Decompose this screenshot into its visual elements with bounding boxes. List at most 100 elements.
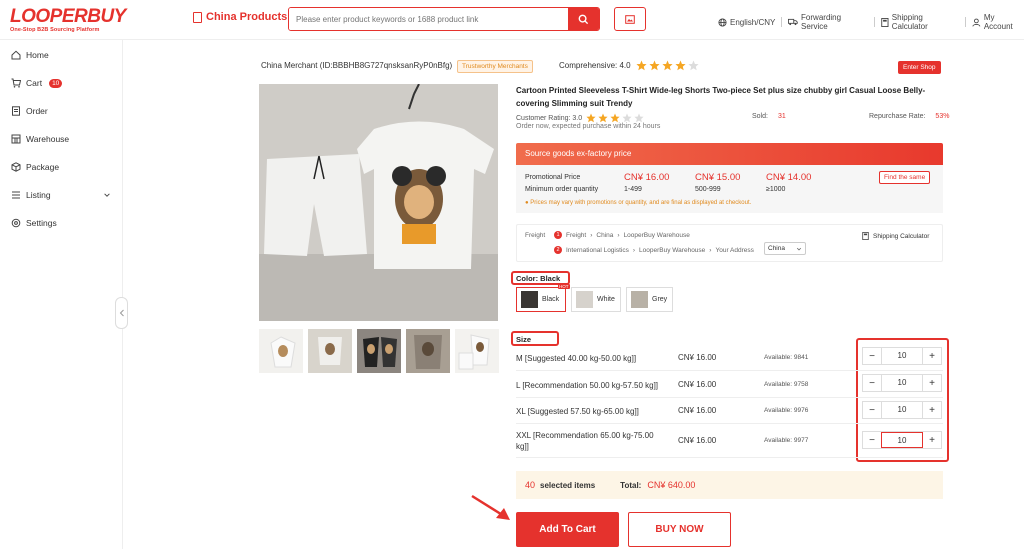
search-input[interactable] — [289, 8, 569, 30]
tier-qty: 1-499 — [624, 186, 642, 193]
find-same-button[interactable]: Find the same — [879, 171, 931, 184]
quantity-input[interactable]: 10 — [881, 375, 923, 391]
sidebar-collapse-toggle[interactable] — [115, 297, 128, 329]
price-note: ● Prices may vary with promotions or qua… — [525, 200, 751, 206]
size-price: CN¥ 16.00 — [678, 353, 717, 362]
quantity-stepper: − 10 + — [862, 374, 942, 392]
thumbnail[interactable] — [259, 329, 303, 373]
calculator-icon — [881, 17, 889, 27]
category-dropdown[interactable]: China Products — [193, 11, 300, 23]
divider — [965, 17, 967, 27]
step2-label: International Logistics — [566, 246, 629, 254]
repurchase-value: 53% — [935, 113, 950, 120]
quantity-input[interactable]: 10 — [881, 432, 923, 448]
enter-shop-button[interactable]: Enter Shop — [898, 61, 941, 74]
sidebar-item-label: Settings — [26, 218, 57, 228]
cart-icon — [11, 78, 21, 88]
my-account-link[interactable]: My Account — [972, 13, 1024, 31]
sidebar-item-label: Cart — [26, 78, 43, 88]
language-label: English/CNY — [730, 17, 776, 27]
category-icon — [193, 11, 202, 23]
thumbnail[interactable] — [406, 329, 450, 373]
address-select[interactable]: China — [764, 242, 806, 255]
warehouse-icon — [11, 134, 21, 144]
star-icon — [649, 60, 660, 71]
color-option-white[interactable]: White — [571, 287, 621, 312]
freight-panel: Freight 1 Freight › China › LooperBuy Wa… — [516, 224, 943, 262]
listing-icon — [12, 191, 20, 199]
arrow-icon: › — [617, 231, 620, 239]
increment-button[interactable]: + — [923, 348, 941, 364]
thumbnail[interactable] — [357, 329, 401, 373]
chevron-left-icon — [119, 309, 124, 317]
customer-rating: Customer Rating: 3.0 — [516, 113, 644, 123]
order-icon — [12, 106, 20, 116]
total-value: CN¥ 640.00 — [647, 480, 696, 490]
sidebar-item-listing[interactable]: Listing — [11, 190, 111, 200]
decrement-button[interactable]: − — [863, 432, 881, 448]
add-to-cart-button[interactable]: Add To Cart — [516, 512, 619, 547]
star-icon — [622, 113, 632, 123]
star-icon — [662, 60, 673, 71]
thumbnail[interactable] — [308, 329, 352, 373]
promo-price-label: Promotional Price — [525, 174, 581, 181]
increment-button[interactable]: + — [923, 375, 941, 391]
sidebar-item-package[interactable]: Package — [11, 162, 59, 172]
quantity-input[interactable]: 10 — [881, 402, 923, 418]
sidebar-item-warehouse[interactable]: Warehouse — [11, 134, 69, 144]
hot-tag: HOT — [558, 284, 570, 289]
freight-label: Freight — [525, 232, 546, 239]
tier-price: CN¥ 14.00 — [766, 172, 812, 183]
quantity-input[interactable]: 10 — [881, 348, 923, 364]
logo-tagline: One-Stop B2B Sourcing Platform — [10, 27, 100, 33]
forwarding-service-link[interactable]: Forwarding Service — [788, 13, 868, 31]
language-currency-link[interactable]: English/CNY — [718, 18, 775, 27]
chevron-down-icon — [796, 247, 802, 250]
decrement-button[interactable]: − — [863, 375, 881, 391]
product-main-image[interactable] — [259, 84, 498, 321]
size-available: Available: 9977 — [764, 437, 809, 444]
sidebar-item-settings[interactable]: Settings — [11, 218, 57, 228]
size-name: XL [Suggested 57.50 kg-65.00 kg]] — [516, 407, 639, 416]
tier-qty: ≥1000 — [766, 186, 786, 193]
search-button[interactable] — [568, 8, 599, 30]
min-qty-label: Minimum order quantity — [525, 186, 599, 193]
globe-icon — [718, 17, 727, 27]
decrement-button[interactable]: − — [863, 402, 881, 418]
increment-button[interactable]: + — [923, 402, 941, 418]
step1-from: China — [596, 231, 614, 239]
sidebar-item-label: Order — [26, 106, 48, 116]
color-option-label: White — [597, 296, 615, 303]
shipping-calculator-link[interactable]: Shipping Calculator — [881, 13, 959, 31]
color-swatch — [521, 291, 538, 308]
decrement-button[interactable]: − — [863, 348, 881, 364]
shipping-calculator-link[interactable]: Shipping Calculator — [862, 232, 929, 240]
increment-button[interactable]: + — [923, 432, 941, 448]
step-number-1: 1 — [554, 231, 562, 239]
repurchase-rate: Repurchase Rate: 53% — [869, 113, 949, 120]
buy-now-button[interactable]: BUY NOW — [628, 512, 731, 547]
sidebar-item-label: Home — [26, 50, 49, 60]
color-option-black[interactable]: Black — [516, 287, 566, 312]
arrow-icon: › — [632, 246, 636, 254]
sidebar-item-cart[interactable]: Cart 10 — [11, 78, 63, 88]
quantity-stepper: − 10 + — [862, 401, 942, 419]
sidebar-item-order[interactable]: Order — [11, 106, 48, 116]
divider — [874, 17, 875, 27]
search-box — [288, 7, 600, 31]
star-icon — [586, 113, 596, 123]
image-search-button[interactable] — [614, 7, 646, 31]
color-label: Color: Black — [516, 274, 561, 283]
logo[interactable]: LOOPERBUY One-Stop B2B Sourcing Platform — [10, 6, 126, 34]
sidebar-item-home[interactable]: Home — [11, 50, 49, 60]
selected-count-label: selected items — [540, 480, 596, 490]
size-available: Available: 9841 — [764, 354, 809, 361]
thumbnail[interactable] — [455, 329, 499, 373]
logo-wordmark: LOOPERBUY — [10, 6, 126, 27]
my-account-label: My Account — [983, 13, 1013, 31]
shipping-calculator-label: Shipping Calculator — [891, 13, 928, 31]
tier-qty: 500-999 — [695, 186, 721, 193]
chevron-down-icon — [104, 193, 110, 197]
thumbnail-strip — [259, 329, 499, 373]
color-option-grey[interactable]: Grey — [626, 287, 673, 312]
